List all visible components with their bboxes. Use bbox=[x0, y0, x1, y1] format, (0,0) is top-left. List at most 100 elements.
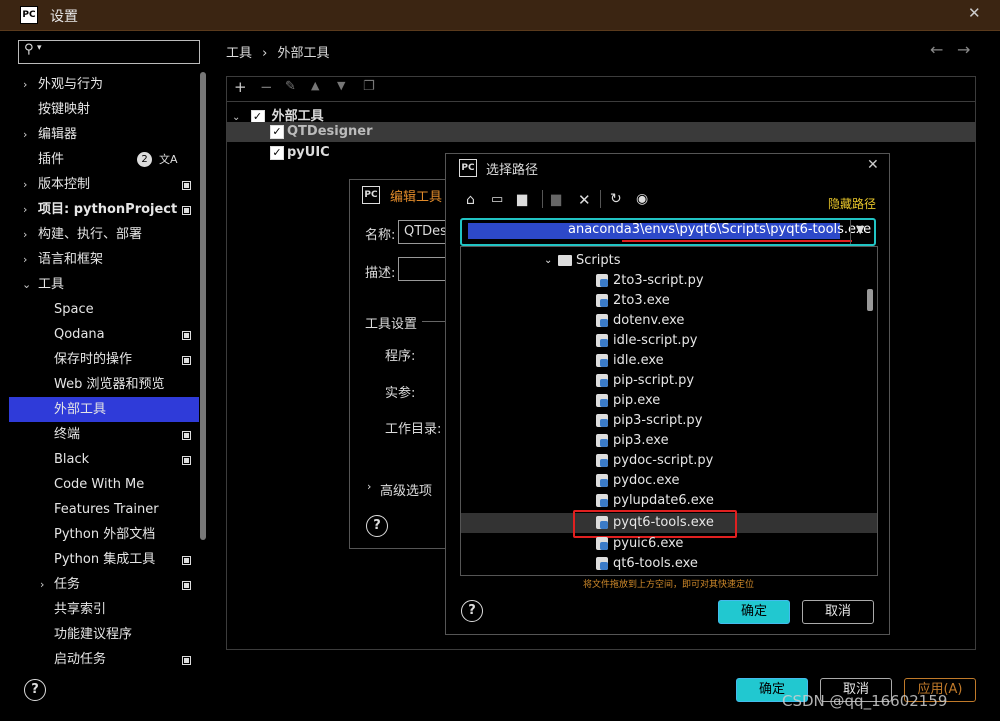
folder-row[interactable]: ⌄ Scripts bbox=[544, 251, 620, 271]
help-icon[interactable]: ? bbox=[24, 679, 46, 701]
project-level-icon bbox=[182, 556, 191, 565]
sidebar-item-feature-suggester[interactable]: 功能建议程序 bbox=[9, 622, 199, 647]
breadcrumb-root[interactable]: 工具 bbox=[226, 46, 252, 61]
sidebar-item-black[interactable]: Black bbox=[9, 447, 199, 472]
file-row[interactable]: idle.exe bbox=[596, 351, 664, 371]
sidebar-item-external-tools[interactable]: 外部工具 bbox=[9, 397, 199, 422]
tools-toolbar: + − ✎ ▲ ▼ ❐ bbox=[227, 77, 975, 102]
sidebar-item-tasks[interactable]: › 任务 bbox=[9, 572, 199, 597]
sidebar-item-web-browsers[interactable]: Web 浏览器和预览 bbox=[9, 372, 199, 397]
file-row[interactable]: 2to3.exe bbox=[596, 291, 670, 311]
badge-count: 2 bbox=[137, 152, 152, 167]
remove-icon[interactable]: − bbox=[260, 78, 273, 96]
file-row[interactable]: pydoc.exe bbox=[596, 471, 680, 491]
project-level-icon bbox=[182, 181, 191, 190]
move-down-icon[interactable]: ▼ bbox=[337, 79, 345, 92]
sidebar-item-languages[interactable]: › 语言和框架 bbox=[9, 247, 199, 272]
sidebar-item-editor[interactable]: › 编辑器 bbox=[9, 122, 199, 147]
path-input[interactable]: anaconda3\envs\pyqt6\Scripts\pyqt6-tools… bbox=[460, 218, 876, 246]
python-file-icon bbox=[596, 414, 608, 427]
close-icon[interactable]: ✕ bbox=[867, 157, 879, 173]
file-row[interactable]: pyuic6.exe bbox=[596, 534, 683, 554]
copy-icon[interactable]: ❐ bbox=[363, 79, 375, 94]
sidebar-item-shared-indexes[interactable]: 共享索引 bbox=[9, 597, 199, 622]
tool-checkbox[interactable]: ✓ bbox=[270, 146, 284, 160]
redacted-block bbox=[468, 223, 565, 239]
translate-icon: 文A bbox=[159, 153, 178, 166]
sidebar-item-vcs[interactable]: › 版本控制 bbox=[9, 172, 199, 197]
chevron-right-icon[interactable]: › bbox=[367, 480, 371, 493]
sidebar-item-appearance[interactable]: › 外观与行为 bbox=[9, 72, 199, 97]
sidebar-item-terminal[interactable]: 终端 bbox=[9, 422, 199, 447]
chevron-down-icon[interactable]: ▼ bbox=[856, 223, 864, 236]
pycharm-logo-icon: PC bbox=[362, 186, 380, 204]
sidebar-item-plugins[interactable]: 插件 2 文A bbox=[9, 147, 199, 172]
file-row[interactable]: pip.exe bbox=[596, 391, 660, 411]
breadcrumb: 工具 › 外部工具 bbox=[226, 46, 330, 61]
sidebar-item-features-trainer[interactable]: Features Trainer bbox=[9, 497, 199, 522]
python-file-icon bbox=[596, 494, 608, 507]
file-row[interactable]: dotenv.exe bbox=[596, 311, 684, 331]
new-folder-icon[interactable]: ▆ bbox=[551, 192, 561, 207]
help-icon[interactable]: ? bbox=[461, 600, 483, 622]
file-row[interactable]: pip3-script.py bbox=[596, 411, 702, 431]
sidebar-item-python-docs[interactable]: Python 外部文档 bbox=[9, 522, 199, 547]
python-file-icon bbox=[596, 354, 608, 367]
sidebar-item-tools[interactable]: ⌄ 工具 bbox=[9, 272, 199, 297]
back-arrow-icon[interactable]: ← bbox=[930, 40, 943, 59]
sidebar-item-qodana[interactable]: Qodana bbox=[9, 322, 199, 347]
watermark: CSDN @qq_16602159 bbox=[782, 692, 948, 710]
sidebar-item-code-with-me[interactable]: Code With Me bbox=[9, 472, 199, 497]
file-row[interactable]: pylupdate6.exe bbox=[596, 491, 714, 511]
cancel-button[interactable]: 取消 bbox=[802, 600, 874, 624]
add-icon[interactable]: + bbox=[234, 78, 247, 96]
sidebar-item-actions-on-save[interactable]: 保存时的操作 bbox=[9, 347, 199, 372]
dialog-title: 编辑工具 bbox=[390, 190, 443, 205]
window-title: 设置 bbox=[50, 9, 78, 25]
delete-icon[interactable]: ✕ bbox=[578, 191, 591, 209]
python-file-icon bbox=[596, 474, 608, 487]
chevron-down-icon: ▾ bbox=[37, 43, 42, 53]
pycharm-logo-icon: PC bbox=[20, 6, 38, 24]
file-row[interactable]: pip3.exe bbox=[596, 431, 669, 451]
forward-arrow-icon[interactable]: → bbox=[957, 40, 970, 59]
refresh-icon[interactable]: ↻ bbox=[610, 191, 622, 207]
sidebar-item-keymap[interactable]: 按键映射 bbox=[9, 97, 199, 122]
project-level-icon bbox=[182, 206, 191, 215]
sidebar-item-project[interactable]: › 项目: pythonProject bbox=[9, 197, 199, 222]
tool-checkbox[interactable]: ✓ bbox=[270, 125, 284, 139]
program-label: 程序: bbox=[385, 349, 416, 364]
file-row[interactable]: idle-script.py bbox=[596, 331, 697, 351]
description-label: 描述: bbox=[365, 266, 396, 281]
python-file-icon bbox=[596, 557, 608, 570]
folder-icon bbox=[558, 255, 572, 266]
sidebar-item-startup-tasks[interactable]: 启动任务 bbox=[9, 647, 199, 672]
name-label: 名称: bbox=[365, 228, 396, 243]
file-row[interactable]: pydoc-script.py bbox=[596, 451, 713, 471]
help-icon[interactable]: ? bbox=[366, 515, 388, 537]
file-row[interactable]: pip-script.py bbox=[596, 371, 694, 391]
tool-row-selected[interactable]: ✓ QTDesigner bbox=[227, 122, 975, 142]
sidebar-item-python-integrated-tools[interactable]: Python 集成工具 bbox=[9, 547, 199, 572]
project-level-icon bbox=[182, 581, 191, 590]
edit-pencil-icon[interactable]: ✎ bbox=[285, 79, 296, 94]
sidebar-item-space[interactable]: Space bbox=[9, 297, 199, 322]
close-icon[interactable]: ✕ bbox=[968, 4, 981, 22]
hide-path-link[interactable]: 隐藏路径 bbox=[828, 195, 876, 212]
python-file-icon bbox=[596, 434, 608, 447]
advanced-options-toggle[interactable]: 高级选项 bbox=[380, 480, 432, 499]
settings-search-input[interactable]: ⚲ ▾ bbox=[18, 40, 200, 64]
ok-button[interactable]: 确定 bbox=[718, 600, 790, 624]
file-row[interactable]: qt6-tools.exe bbox=[596, 554, 698, 574]
show-hidden-icon[interactable]: ◉ bbox=[636, 191, 648, 207]
sidebar-scrollbar[interactable] bbox=[200, 72, 206, 540]
move-up-icon[interactable]: ▲ bbox=[311, 79, 319, 92]
project-folder-icon[interactable]: ▆ bbox=[517, 192, 527, 207]
file-tree-scrollbar[interactable] bbox=[867, 289, 873, 311]
settings-tree: › 外观与行为 按键映射 › 编辑器 插件 2 文A › 版本控制 › 项目: pyth… bbox=[9, 72, 199, 667]
home-icon[interactable]: ⌂ bbox=[466, 192, 475, 208]
file-row[interactable]: 2to3-script.py bbox=[596, 271, 704, 291]
sidebar-item-build[interactable]: › 构建、执行、部署 bbox=[9, 222, 199, 247]
drag-hint: 将文件拖放到上方空间，即可对其快速定位 bbox=[583, 580, 755, 590]
desktop-icon[interactable]: ▭ bbox=[491, 192, 503, 207]
